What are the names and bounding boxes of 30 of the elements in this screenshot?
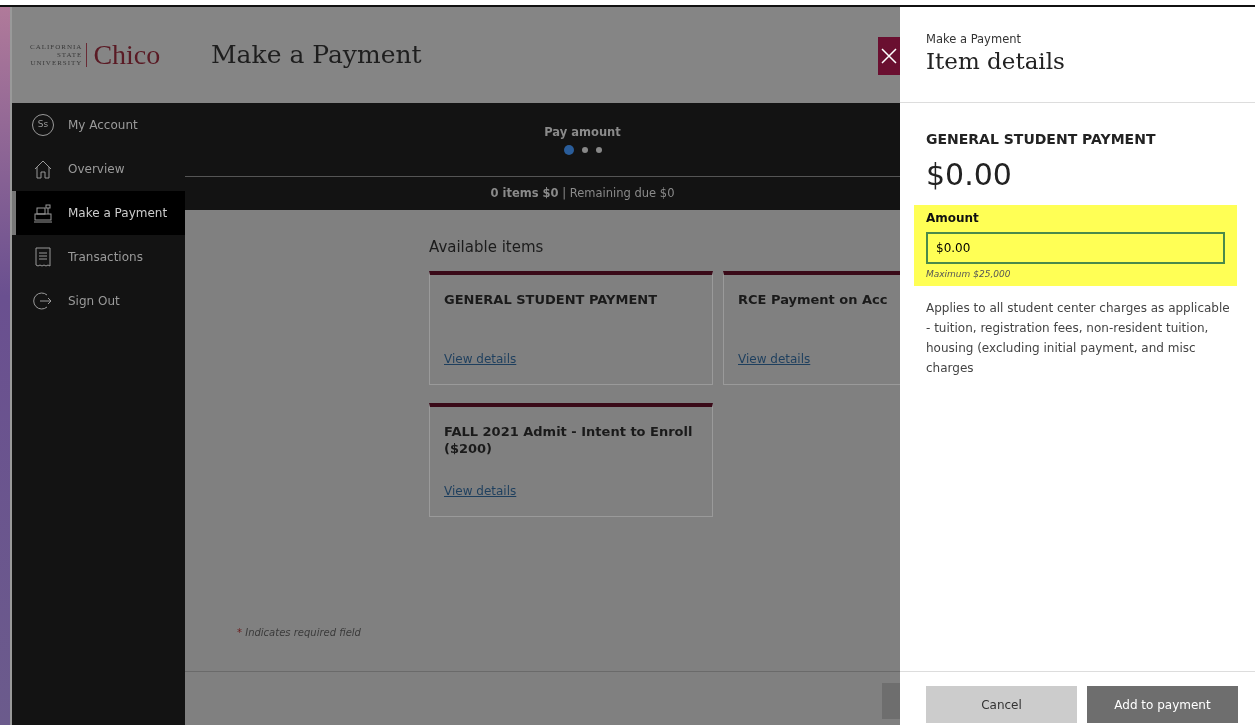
sidebar-item[interactable]: Sign Out xyxy=(12,279,185,323)
close-button[interactable] xyxy=(878,37,900,75)
section-heading: Available items xyxy=(429,237,545,258)
logo-name: Chico xyxy=(93,38,161,72)
card-title: FALL 2021 Admit - Intent to Enroll ($200) xyxy=(444,422,694,457)
item-price: $0.00 xyxy=(926,156,1013,194)
card-title: GENERAL STUDENT PAYMENT xyxy=(444,290,659,308)
page-title: Make a Payment xyxy=(211,40,422,70)
house-icon xyxy=(32,158,54,180)
breadcrumb: Make a Payment xyxy=(926,31,1022,48)
amount-field[interactable]: $0.00 xyxy=(926,232,1225,264)
step-label: Pay amount xyxy=(544,123,621,141)
close-icon xyxy=(881,48,897,64)
sidebar-item[interactable]: Make a Payment xyxy=(12,191,185,235)
cash-register-icon xyxy=(32,202,54,224)
receipt-icon xyxy=(32,246,54,268)
sign-out-icon xyxy=(32,290,54,312)
sidebar-item[interactable]: Ss My Account xyxy=(12,103,185,147)
cancel-button[interactable]: Cancel xyxy=(926,686,1077,723)
sidebar-item[interactable]: Transactions xyxy=(12,235,185,279)
item-name: GENERAL STUDENT PAYMENT xyxy=(926,130,1157,149)
field-label: Amount xyxy=(926,210,980,227)
card-title: RCE Payment on Acc xyxy=(738,290,889,308)
panel-title: Item details xyxy=(926,48,1066,76)
add-button[interactable]: Add to payment xyxy=(1087,686,1238,723)
field-hint: Maximum $25,000 xyxy=(926,268,1012,281)
required-note: * Indicates required field xyxy=(237,626,361,640)
payment-summary: 0 items $0 | Remaining due $0 xyxy=(490,184,675,202)
sidebar-item[interactable]: Overview xyxy=(12,147,185,191)
item-description: Applies to all student center charges as applicable - tuition, registration fees, non-resident tuition, housing (excluding initial payment, and misc charges xyxy=(926,299,1231,377)
